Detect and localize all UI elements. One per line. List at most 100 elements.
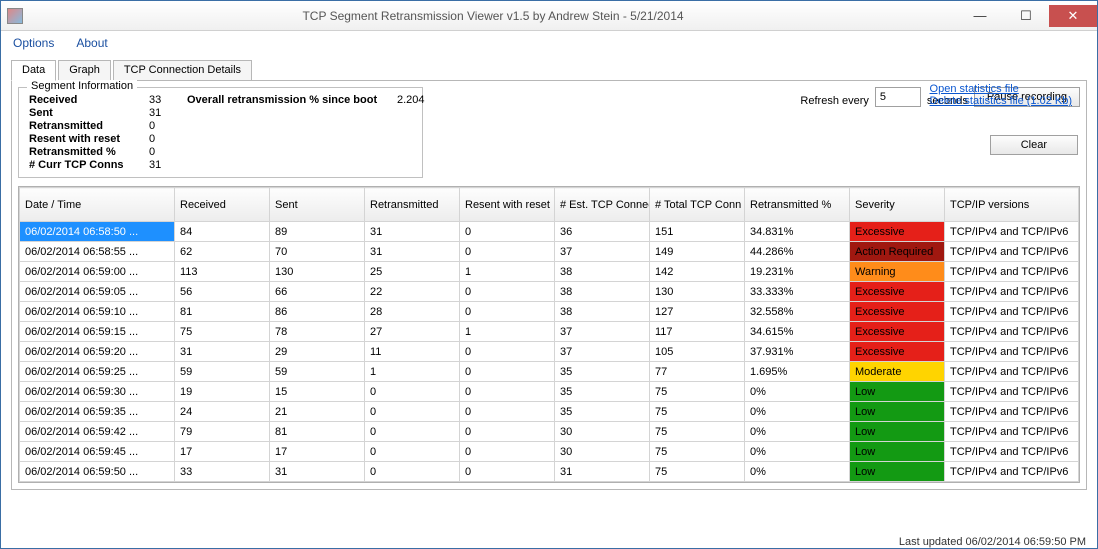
cell-rr: 0 <box>460 222 555 242</box>
cell-rr: 0 <box>460 422 555 442</box>
cell-rx: 56 <box>175 282 270 302</box>
table-row[interactable]: 06/02/2014 06:59:05 ...56662203813033.33… <box>20 282 1079 302</box>
menu-options[interactable]: Options <box>13 36 54 50</box>
val-sent: 31 <box>149 107 187 119</box>
cell-dt: 06/02/2014 06:59:05 ... <box>20 282 175 302</box>
cell-dt: 06/02/2014 06:59:10 ... <box>20 302 175 322</box>
open-stats-link[interactable]: Open statistics file <box>930 83 1072 95</box>
cell-dt: 06/02/2014 06:59:30 ... <box>20 382 175 402</box>
table-row[interactable]: 06/02/2014 06:59:30 ...19150035750%LowTC… <box>20 382 1079 402</box>
cell-versions: TCP/IPv4 and TCP/IPv6 <box>945 342 1079 362</box>
cell-tc: 105 <box>650 342 745 362</box>
table-row[interactable]: 06/02/2014 06:59:35 ...24210035750%LowTC… <box>20 402 1079 422</box>
table-row[interactable]: 06/02/2014 06:59:10 ...81862803812732.55… <box>20 302 1079 322</box>
cell-tx: 130 <box>270 262 365 282</box>
refresh-interval-input[interactable] <box>875 87 921 107</box>
cell-rx: 33 <box>175 462 270 482</box>
cell-rr: 0 <box>460 382 555 402</box>
cell-pct: 0% <box>745 462 850 482</box>
delete-stats-link[interactable]: Delete statistics file (1.02 Kb) <box>930 95 1072 107</box>
cell-ec: 37 <box>555 242 650 262</box>
cell-severity: Low <box>850 462 945 482</box>
col-severity[interactable]: Severity <box>850 188 945 222</box>
lbl-received: Received <box>29 94 149 106</box>
cell-ec: 30 <box>555 442 650 462</box>
col-datetime[interactable]: Date / Time <box>20 188 175 222</box>
cell-rr: 0 <box>460 342 555 362</box>
cell-versions: TCP/IPv4 and TCP/IPv6 <box>945 302 1079 322</box>
col-retrans-pct[interactable]: Retransmitted % <box>745 188 850 222</box>
data-grid[interactable]: Date / Time Received Sent Retransmitted … <box>18 186 1080 483</box>
cell-rt: 0 <box>365 422 460 442</box>
col-sent[interactable]: Sent <box>270 188 365 222</box>
cell-tc: 75 <box>650 422 745 442</box>
table-row[interactable]: 06/02/2014 06:59:20 ...31291103710537.93… <box>20 342 1079 362</box>
maximize-button[interactable]: ☐ <box>1003 5 1049 27</box>
cell-rt: 0 <box>365 442 460 462</box>
col-total-conn[interactable]: # Total TCP Conn <box>650 188 745 222</box>
cell-rt: 22 <box>365 282 460 302</box>
cell-rt: 1 <box>365 362 460 382</box>
app-icon <box>7 8 23 24</box>
cell-pct: 1.695% <box>745 362 850 382</box>
table-row[interactable]: 06/02/2014 06:58:50 ...84893103615134.83… <box>20 222 1079 242</box>
cell-severity: Excessive <box>850 322 945 342</box>
cell-tc: 75 <box>650 402 745 422</box>
cell-tc: 77 <box>650 362 745 382</box>
titlebar: TCP Segment Retransmission Viewer v1.5 b… <box>1 1 1097 31</box>
cell-tc: 130 <box>650 282 745 302</box>
lbl-sent: Sent <box>29 107 149 119</box>
file-links: Open statistics file Delete statistics f… <box>930 83 1072 107</box>
cell-tx: 86 <box>270 302 365 322</box>
cell-pct: 44.286% <box>745 242 850 262</box>
cell-tc: 149 <box>650 242 745 262</box>
table-row[interactable]: 06/02/2014 06:58:55 ...62703103714944.28… <box>20 242 1079 262</box>
tab-graph[interactable]: Graph <box>58 60 111 81</box>
col-versions[interactable]: TCP/IP versions <box>945 188 1079 222</box>
table-row[interactable]: 06/02/2014 06:59:00 ...1131302513814219.… <box>20 262 1079 282</box>
close-button[interactable]: ✕ <box>1049 5 1097 27</box>
cell-dt: 06/02/2014 06:59:45 ... <box>20 442 175 462</box>
table-row[interactable]: 06/02/2014 06:59:45 ...17170030750%LowTC… <box>20 442 1079 462</box>
tab-details[interactable]: TCP Connection Details <box>113 60 252 81</box>
cell-tc: 75 <box>650 382 745 402</box>
cell-tc: 75 <box>650 462 745 482</box>
lbl-retrans-pct: Retransmitted % <box>29 146 149 158</box>
val-retrans-pct: 0 <box>149 146 187 158</box>
table-row[interactable]: 06/02/2014 06:59:25 ...59591035771.695%M… <box>20 362 1079 382</box>
minimize-button[interactable]: — <box>957 5 1003 27</box>
cell-ec: 37 <box>555 322 650 342</box>
col-received[interactable]: Received <box>175 188 270 222</box>
menu-about[interactable]: About <box>76 36 107 50</box>
cell-rt: 27 <box>365 322 460 342</box>
cell-versions: TCP/IPv4 and TCP/IPv6 <box>945 222 1079 242</box>
cell-ec: 38 <box>555 302 650 322</box>
col-resent-reset[interactable]: Resent with reset <box>460 188 555 222</box>
cell-rr: 1 <box>460 262 555 282</box>
tab-data[interactable]: Data <box>11 60 56 81</box>
cell-severity: Low <box>850 422 945 442</box>
table-row[interactable]: 06/02/2014 06:59:50 ...33310031750%LowTC… <box>20 462 1079 482</box>
col-retransmitted[interactable]: Retransmitted <box>365 188 460 222</box>
cell-rr: 0 <box>460 402 555 422</box>
cell-pct: 34.831% <box>745 222 850 242</box>
table-row[interactable]: 06/02/2014 06:59:42 ...79810030750%LowTC… <box>20 422 1079 442</box>
cell-rx: 62 <box>175 242 270 262</box>
cell-rx: 75 <box>175 322 270 342</box>
cell-rr: 0 <box>460 362 555 382</box>
status-bar: Last updated 06/02/2014 06:59:50 PM <box>899 536 1086 548</box>
cell-rt: 31 <box>365 242 460 262</box>
cell-rr: 0 <box>460 242 555 262</box>
cell-tx: 70 <box>270 242 365 262</box>
cell-dt: 06/02/2014 06:59:15 ... <box>20 322 175 342</box>
cell-severity: Warning <box>850 262 945 282</box>
val-overall: 2.204 <box>397 94 425 106</box>
col-est-conn[interactable]: # Est. TCP Connections <box>555 188 650 222</box>
table-row[interactable]: 06/02/2014 06:59:15 ...75782713711734.61… <box>20 322 1079 342</box>
clear-button[interactable]: Clear <box>990 135 1078 155</box>
cell-rt: 25 <box>365 262 460 282</box>
cell-versions: TCP/IPv4 and TCP/IPv6 <box>945 242 1079 262</box>
cell-rr: 0 <box>460 442 555 462</box>
cell-rx: 17 <box>175 442 270 462</box>
header-row[interactable]: Date / Time Received Sent Retransmitted … <box>20 188 1079 222</box>
